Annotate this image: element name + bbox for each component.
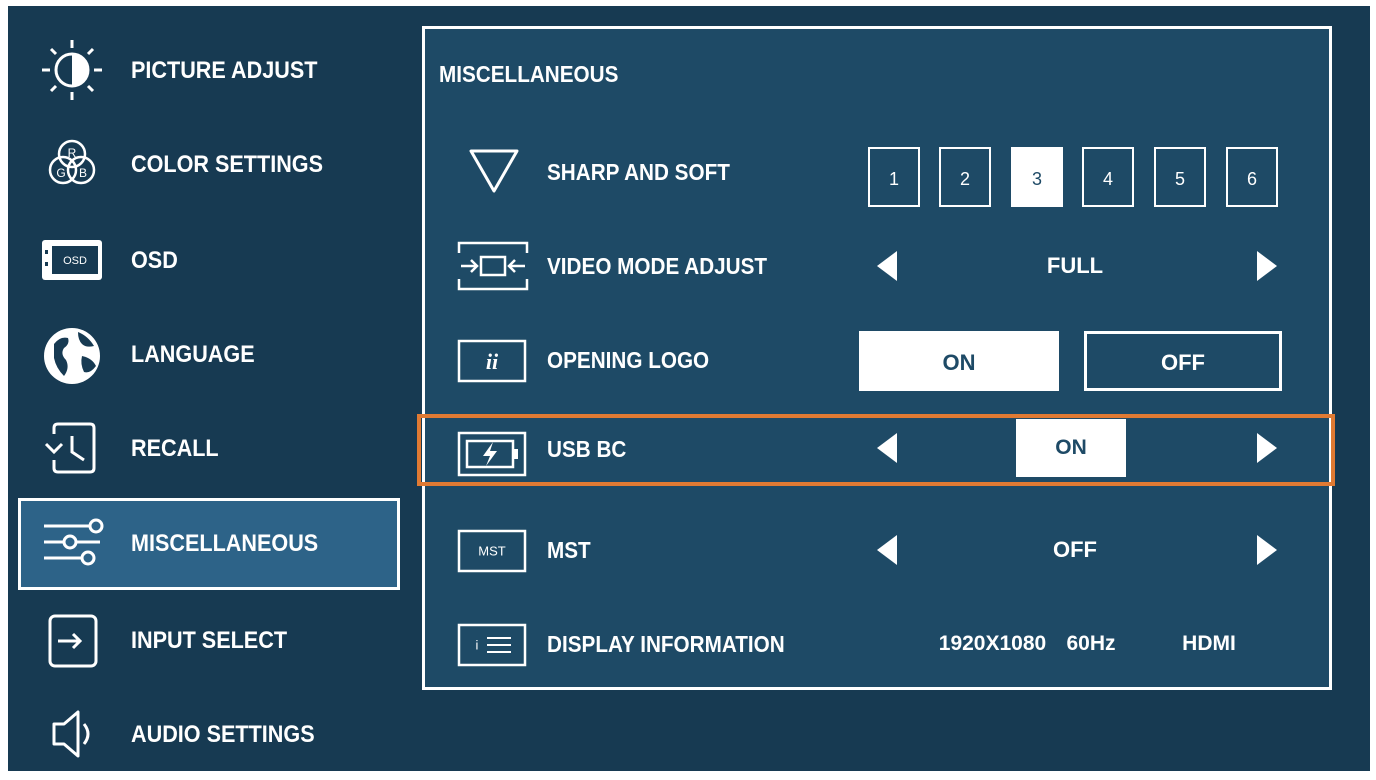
opening-logo-label: OPENING LOGO xyxy=(547,347,710,373)
svg-text:ii: ii xyxy=(486,349,499,374)
miscellaneous-panel: MISCELLANEOUS SHARP AND SOFT 1 2 3 4 5 6 xyxy=(417,26,1335,691)
video-mode-adjust-label: VIDEO MODE ADJUST xyxy=(547,253,768,279)
sharp-level-4-button[interactable]: 4 xyxy=(1082,147,1134,207)
video-mode-adjust-row: VIDEO MODE ADJUST FULL xyxy=(425,219,1329,313)
mst-row: MST MST OFF xyxy=(425,503,1329,597)
mst-icon: MST xyxy=(455,523,531,577)
aspect-ratio-icon xyxy=(455,239,531,293)
sidebar-item-miscellaneous[interactable]: MISCELLANEOUS xyxy=(18,498,400,590)
video-mode-prev-arrow[interactable] xyxy=(877,251,897,281)
sidebar-item-label: LANGUAGE xyxy=(131,341,255,368)
osd-icon: OSD xyxy=(40,228,104,292)
rgb-icon: R G B xyxy=(40,132,104,196)
info-icon-text: i xyxy=(476,637,479,652)
usb-bc-value: ON xyxy=(1016,419,1126,477)
sidebar-menu: PICTURE ADJUST R G B COLOR SETTINGS OSD … xyxy=(8,6,408,771)
opening-logo-off-button[interactable]: OFF xyxy=(1084,331,1282,391)
rgb-letter-b: B xyxy=(79,166,87,180)
brightness-icon xyxy=(40,38,104,102)
sharp-and-soft-label: SHARP AND SOFT xyxy=(547,159,730,185)
sidebar-item-label: INPUT SELECT xyxy=(131,627,288,654)
input-icon xyxy=(40,608,104,672)
usb-bc-prev-arrow[interactable] xyxy=(877,433,897,463)
display-resolution: 1920X1080 xyxy=(938,632,1047,655)
sharp-level-3-button[interactable]: 3 xyxy=(1011,147,1063,207)
sidebar-item-picture-adjust[interactable]: PICTURE ADJUST xyxy=(18,26,408,116)
sidebar-item-audio-settings[interactable]: AUDIO SETTINGS xyxy=(18,690,408,780)
speaker-icon xyxy=(40,702,104,766)
mst-prev-arrow[interactable] xyxy=(877,535,897,565)
display-information-row: i DISPLAY INFORMATION 1920X1080 60Hz HDM… xyxy=(425,597,1329,691)
display-information-label: DISPLAY INFORMATION xyxy=(547,631,785,657)
mst-value: OFF xyxy=(1053,537,1097,562)
opening-logo-on-button[interactable]: ON xyxy=(859,331,1059,391)
sidebar-item-label: AUDIO SETTINGS xyxy=(131,721,315,748)
panel-title: MISCELLANEOUS xyxy=(439,61,619,87)
usb-bc-row: USB BC ON xyxy=(417,411,1335,505)
triangle-icon xyxy=(455,145,531,199)
rgb-letter-r: R xyxy=(68,146,77,160)
battery-charge-icon xyxy=(455,429,531,483)
mst-label: MST xyxy=(547,537,591,563)
mst-next-arrow[interactable] xyxy=(1257,535,1277,565)
sidebar-item-label: PICTURE ADJUST xyxy=(131,57,318,84)
sidebar-item-label: OSD xyxy=(131,247,178,274)
osd-icon-text: OSD xyxy=(63,255,87,267)
logo-icon: ii xyxy=(455,333,531,387)
sidebar-item-osd[interactable]: OSD OSD xyxy=(18,216,408,306)
rgb-letter-g: G xyxy=(56,166,65,180)
mst-icon-text: MST xyxy=(478,543,506,558)
sidebar-item-label: MISCELLANEOUS xyxy=(131,530,319,557)
osd-screen: PICTURE ADJUST R G B COLOR SETTINGS OSD … xyxy=(8,6,1370,771)
sharp-level-1-button[interactable]: 1 xyxy=(868,147,920,207)
sidebar-item-recall[interactable]: RECALL xyxy=(18,404,408,494)
display-refresh-rate: 60Hz xyxy=(1066,632,1116,655)
sidebar-item-input-select[interactable]: INPUT SELECT xyxy=(18,596,408,686)
sharp-level-5-button[interactable]: 5 xyxy=(1154,147,1206,207)
sliders-icon xyxy=(40,510,104,574)
sidebar-item-label: RECALL xyxy=(131,435,219,462)
video-mode-value: FULL xyxy=(1046,253,1104,278)
usb-bc-next-arrow[interactable] xyxy=(1257,433,1277,463)
sidebar-item-label: COLOR SETTINGS xyxy=(131,151,324,178)
usb-bc-label: USB BC xyxy=(547,436,627,462)
globe-icon xyxy=(40,322,104,386)
sharp-level-6-button[interactable]: 6 xyxy=(1226,147,1278,207)
sharp-level-2-button[interactable]: 2 xyxy=(939,147,991,207)
sharp-and-soft-row: SHARP AND SOFT 1 2 3 4 5 6 xyxy=(425,125,1329,219)
recall-icon xyxy=(40,416,104,480)
opening-logo-row: ii OPENING LOGO ON OFF xyxy=(425,313,1329,407)
video-mode-next-arrow[interactable] xyxy=(1257,251,1277,281)
sidebar-item-color-settings[interactable]: R G B COLOR SETTINGS xyxy=(18,120,408,210)
sidebar-item-language[interactable]: LANGUAGE xyxy=(18,310,408,400)
info-list-icon: i xyxy=(455,617,531,671)
display-input-source: HDMI xyxy=(1182,632,1236,655)
